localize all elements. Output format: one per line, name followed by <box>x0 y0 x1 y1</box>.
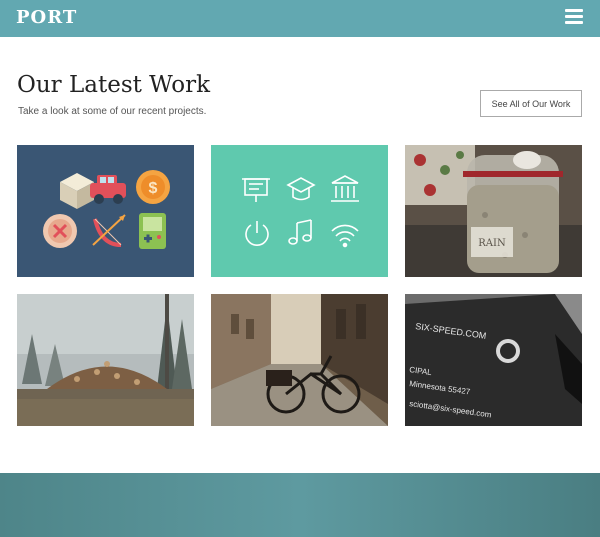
dollar-coin-icon: $ <box>136 170 170 204</box>
presentation-icon <box>242 178 270 202</box>
button-icon <box>43 214 77 248</box>
svg-text:$: $ <box>149 180 158 197</box>
site-header: PORT <box>0 0 600 37</box>
power-icon <box>245 221 269 246</box>
gameboy-icon <box>139 213 166 249</box>
project-tile-woodpile-photo[interactable] <box>17 294 194 426</box>
project-tile-line-icons[interactable] <box>211 145 388 277</box>
project-tile-flat-icons[interactable]: $ <box>17 145 194 277</box>
project-tile-bicycle-photo[interactable] <box>211 294 388 426</box>
section-subtitle: Take a look at some of our recent projec… <box>18 106 207 117</box>
project-tile-business-card-photo[interactable]: SIX-SPEED.COM CIPAL Minnesota 55427 scio… <box>405 294 582 426</box>
bow-arrow-icon <box>92 214 126 247</box>
jar-label: RAIN <box>478 238 506 249</box>
cube-icon <box>60 173 94 209</box>
music-note-icon <box>288 219 312 245</box>
bank-icon <box>331 175 359 202</box>
wifi-icon <box>331 224 359 248</box>
car-icon <box>90 175 126 204</box>
site-logo[interactable]: PORT <box>16 7 77 28</box>
hamburger-menu-icon[interactable] <box>565 9 583 25</box>
graduation-cap-icon <box>286 177 316 201</box>
section-title: Our Latest Work <box>17 72 211 98</box>
project-tile-jar-photo[interactable]: RAIN <box>405 145 582 277</box>
site-footer <box>0 473 600 537</box>
see-all-work-button[interactable]: See All of Our Work <box>480 90 582 117</box>
